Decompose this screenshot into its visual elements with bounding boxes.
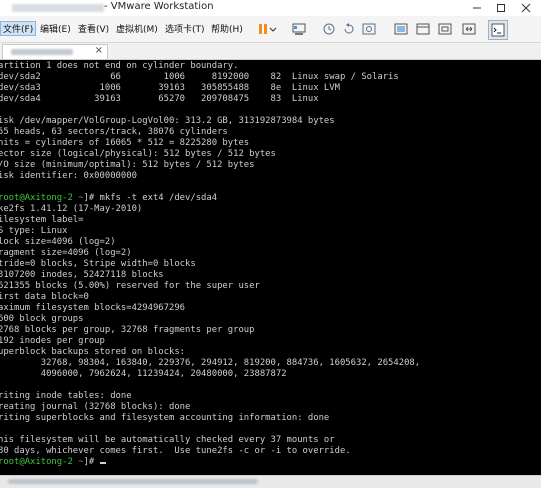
terminal-icon[interactable] — [488, 20, 508, 40]
terminal-text: ]# — [83, 457, 100, 467]
dropdown-icon[interactable] — [268, 20, 278, 38]
terminal-text: reating journal (32768 blocks): done — [0, 402, 191, 412]
terminal-text: 32768, 98304, 163840, 229376, 294912, 81… — [0, 358, 421, 368]
terminal-text: aximum filesystem blocks=4294967296 — [0, 303, 186, 313]
terminal-line: artition 1 does not end on cylinder boun… — [0, 61, 238, 72]
terminal-text: irst data block=0 — [0, 292, 89, 302]
terminal-line: dev/sda2 66 1006 8192000 82 Linux swap /… — [0, 72, 399, 83]
snapshot-icon[interactable] — [320, 20, 338, 38]
terminal-text: 55 heads, 63 sectors/track, 38076 cylind… — [0, 127, 228, 137]
fullscreen-icon[interactable] — [392, 20, 410, 38]
terminal-text: 3107200 inodes, 52427118 blocks — [0, 270, 164, 280]
terminal-line: 192 inodes per group — [0, 336, 105, 347]
terminal-line: dev/sda3 1006 39163 305855488 8e Linux L… — [0, 83, 340, 94]
terminal-text: lock size=4096 (log=2) — [0, 237, 116, 247]
text-cursor — [99, 462, 106, 464]
terminal-line: ilesystem label= — [0, 215, 84, 226]
terminal-line: riting superblocks and filesystem accoun… — [0, 413, 329, 424]
terminal-text: isk /dev/mapper/VolGroup-LogVol00: 313.2… — [0, 116, 335, 126]
stretch-icon[interactable] — [460, 20, 478, 38]
terminal-line: irst data block=0 — [0, 292, 89, 303]
menu-edit[interactable]: 编辑(E) — [38, 22, 73, 35]
terminal-line: reating journal (32768 blocks): done — [0, 402, 190, 413]
tab-close-icon[interactable]: × — [95, 45, 103, 56]
terminal-line: lock size=4096 (log=2) — [0, 237, 116, 248]
terminal-line: his filesystem will be automatically che… — [0, 435, 335, 446]
terminal-text: 4096000, 7962624, 11239424, 20480000, 23… — [0, 369, 287, 379]
terminal-line: isk /dev/mapper/VolGroup-LogVol00: 313.2… — [0, 116, 335, 127]
redacted-tab-label — [11, 49, 73, 55]
menu-help[interactable]: 帮助(H) — [209, 22, 245, 35]
terminal-text: /O size (minimum/optimal): 512 bytes / 5… — [0, 160, 255, 170]
minimize-icon[interactable] — [466, 0, 488, 16]
terminal-line: isk identifier: 0x00000000 — [0, 171, 137, 182]
terminal-line: riting inode tables: done — [0, 391, 132, 402]
terminal-text: artition 1 does not end on cylinder boun… — [0, 61, 239, 71]
terminal-line: 80 days, whichever comes first. Use tune… — [0, 446, 351, 457]
terminal-line: 55 heads, 63 sectors/track, 38076 cylind… — [0, 127, 228, 138]
terminal-line: 3107200 inodes, 52427118 blocks — [0, 270, 164, 281]
terminal-text: 2768 blocks per group, 32768 fragments p… — [0, 325, 255, 335]
terminal-line: ector size (logical/physical): 512 bytes… — [0, 149, 276, 160]
terminal-line: 621355 blocks (5.00%) reserved for the s… — [0, 281, 260, 292]
terminal-text: dev/sda4 39163 65270 209708475 83 Linux — [0, 94, 319, 104]
terminal-line: 4096000, 7962624, 11239424, 20480000, 23… — [0, 369, 287, 380]
terminal-text: 621355 blocks (5.00%) reserved for the s… — [0, 281, 260, 291]
send-ctrl-alt-del-icon[interactable] — [290, 20, 308, 38]
terminal-text: uperblock backups stored on blocks: — [0, 347, 186, 357]
console-view-icon[interactable] — [436, 20, 454, 38]
maximize-icon[interactable] — [490, 0, 512, 16]
menu-view[interactable]: 查看(V) — [76, 22, 111, 35]
terminal-line: 600 block groups — [0, 314, 84, 325]
terminal-text: dev/sda2 66 1006 8192000 82 Linux swap /… — [0, 72, 399, 82]
redacted-vm-name — [12, 4, 104, 12]
shell-prompt: root@Axitong-2 ~ — [0, 457, 84, 467]
terminal-text: S type: Linux — [0, 226, 68, 236]
terminal-text: riting inode tables: done — [0, 391, 132, 401]
terminal-text: isk identifier: 0x00000000 — [0, 171, 137, 181]
revert-snapshot-icon[interactable] — [340, 20, 358, 38]
terminal-text: 192 inodes per group — [0, 336, 105, 346]
terminal-text: 600 block groups — [0, 314, 84, 324]
terminal-line: dev/sda4 39163 65270 209708475 83 Linux — [0, 94, 319, 105]
terminal-line: aximum filesystem blocks=4294967296 — [0, 303, 185, 314]
snapshot-manager-icon[interactable] — [360, 20, 378, 38]
terminal-line: ke2fs 1.41.12 (17-May-2010) — [0, 204, 142, 215]
terminal-line: uperblock backups stored on blocks: — [0, 347, 185, 358]
terminal-text: ector size (logical/physical): 512 bytes… — [0, 149, 276, 159]
terminal-text: dev/sda3 1006 39163 305855488 8e Linux L… — [0, 83, 340, 93]
terminal-line: /O size (minimum/optimal): 512 bytes / 5… — [0, 160, 254, 171]
terminal-text: ilesystem label= — [0, 215, 84, 225]
shell-prompt: root@Axitong-2 ~ — [0, 193, 84, 203]
status-bar — [0, 475, 541, 488]
terminal-line: tride=0 blocks, Stripe width=0 blocks — [0, 259, 196, 270]
terminal-text: ke2fs 1.41.12 (17-May-2010) — [0, 204, 143, 214]
tab-bar: × — [0, 43, 541, 60]
menu-file[interactable]: 文件(F) — [0, 21, 37, 36]
terminal-line: 32768, 98304, 163840, 229376, 294912, 81… — [0, 358, 420, 369]
terminal-text: ]# mkfs -t ext4 /dev/sda4 — [83, 193, 218, 203]
title-bar: - VMware Workstation — [0, 0, 541, 16]
terminal-console[interactable]: artition 1 does not end on cylinder boun… — [0, 60, 541, 475]
terminal-text: ragment size=4096 (log=2) — [0, 248, 132, 258]
menu-bar: 文件(F) 编辑(E) 查看(V) 虚拟机(M) 选项卡(T) 帮助(H) — [0, 16, 541, 43]
terminal-text: his filesystem will be automatically che… — [0, 435, 335, 445]
terminal-line: root@Axitong-2 ~]# mkfs -t ext4 /dev/sda… — [0, 193, 217, 204]
terminal-text: 80 days, whichever comes first. Use tune… — [0, 446, 351, 456]
terminal-text: nits = cylinders of 16065 * 512 = 822528… — [0, 138, 250, 148]
window-title: - VMware Workstation — [104, 1, 214, 12]
tab-vm[interactable]: × — [2, 44, 108, 59]
terminal-line: ragment size=4096 (log=2) — [0, 248, 132, 259]
terminal-text: riting superblocks and filesystem accoun… — [0, 413, 330, 423]
close-icon[interactable] — [515, 0, 537, 16]
menu-tabs[interactable]: 选项卡(T) — [163, 22, 207, 35]
menu-vm[interactable]: 虚拟机(M) — [114, 22, 160, 35]
terminal-text: tride=0 blocks, Stripe width=0 blocks — [0, 259, 196, 269]
unity-icon[interactable] — [414, 20, 432, 38]
redacted-status-text — [8, 479, 258, 484]
terminal-line: nits = cylinders of 16065 * 512 = 822528… — [0, 138, 249, 149]
terminal-line: 2768 blocks per group, 32768 fragments p… — [0, 325, 254, 336]
terminal-line: root@Axitong-2 ~]# — [0, 457, 106, 468]
terminal-line: S type: Linux — [0, 226, 67, 237]
